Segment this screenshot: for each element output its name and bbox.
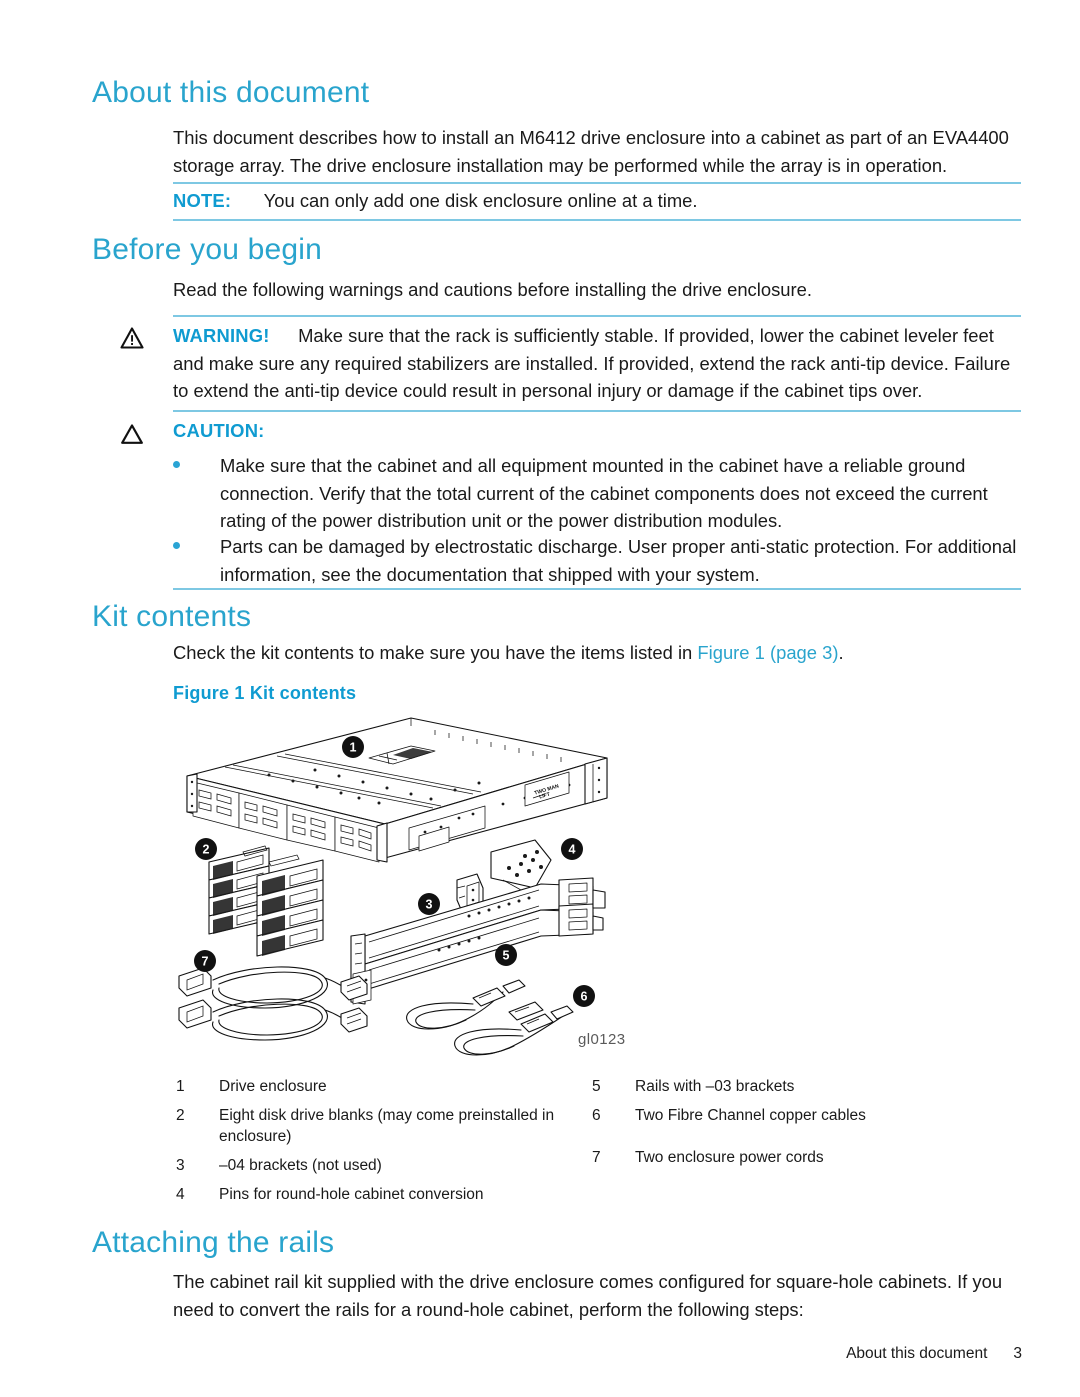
legend-label: –04 brackets (not used) [219, 1157, 382, 1174]
heading-kit-contents: Kit contents [92, 600, 252, 633]
legend-item: 3 –04 brackets (not used) [176, 1155, 586, 1176]
figure-legend-column-right: 5 Rails with –03 brackets 6 Two Fibre Ch… [592, 1076, 1002, 1176]
power-cords-graphic [178, 966, 368, 1041]
caution-bullet-2-text: Parts can be damaged by electrostatic di… [220, 536, 1017, 585]
legend-item: 7 Two enclosure power cords [592, 1147, 1002, 1168]
figure-callout-5: 5 [495, 944, 517, 966]
heading-before-you-begin: Before you begin [92, 233, 323, 266]
note-text: You can only add one disk enclosure onli… [263, 190, 698, 211]
svg-text:2: 2 [203, 843, 210, 857]
legend-number: 2 [176, 1107, 185, 1124]
svg-text:7: 7 [202, 955, 209, 969]
legend-number: 5 [592, 1078, 601, 1095]
figure-callout-4: 4 [561, 838, 583, 860]
legend-label: Drive enclosure [219, 1078, 327, 1095]
note-label: NOTE: [173, 190, 232, 211]
figure-callout-6: 6 [573, 985, 595, 1007]
figure-graphic-id: gl0123 [578, 1031, 626, 1048]
legend-number: 6 [592, 1107, 601, 1124]
legend-label: Rails with –03 brackets [635, 1078, 795, 1095]
legend-label: Eight disk drive blanks (may come preins… [219, 1107, 555, 1145]
warning-label: WARNING! [173, 325, 270, 346]
legend-label: Pins for round-hole cabinet conversion [219, 1186, 484, 1203]
legend-item: 4 Pins for round-hole cabinet conversion [176, 1184, 586, 1205]
svg-text:5: 5 [503, 949, 510, 963]
legend-label: Two Fibre Channel copper cables [635, 1107, 866, 1124]
figure-callout-2: 2 [195, 838, 217, 860]
warning-text: Make sure that the rack is sufficiently … [173, 325, 1011, 401]
paragraph-about-this-document: This document describes how to install a… [173, 127, 1009, 176]
figure-kit-contents-illustration: .ln { fill:none; stroke:#111; stroke-wid… [173, 712, 643, 1057]
legend-number: 3 [176, 1157, 185, 1174]
bullet-dot-icon [173, 461, 180, 468]
figure-callout-7: 7 [194, 950, 216, 972]
divider-caution-bottom [173, 588, 1021, 590]
svg-text:6: 6 [581, 990, 588, 1004]
paragraph-attaching-the-rails: The cabinet rail kit supplied with the d… [173, 1271, 1003, 1320]
drive-enclosure-graphic: TWO MAN LIFT [186, 717, 608, 863]
caution-bullet-2: Parts can be damaged by electrostatic di… [173, 533, 1023, 588]
document-page: About this document This document descri… [0, 0, 1080, 1397]
caution-label-wrap: CAUTION: [173, 420, 265, 442]
warning-block: WARNING! Make sure that the rack is suff… [173, 322, 1023, 405]
disk-drive-blanks-graphic [208, 845, 324, 957]
figure-callout-1: 1 [342, 736, 364, 758]
legend-label: Two enclosure power cords [635, 1149, 824, 1166]
bullet-dot-icon [173, 542, 180, 549]
paragraph-kit-contents: Check the kit contents to make sure you … [173, 639, 1023, 667]
warning-triangle-icon [120, 327, 144, 349]
note-block: NOTE: You can only add one disk enclosur… [173, 190, 1023, 212]
divider-warning-top [173, 315, 1021, 317]
footer-page-number: 3 [1013, 1345, 1022, 1362]
page-footer: About this document 3 [846, 1345, 1022, 1363]
figure-caption: Figure 1 Kit contents [173, 683, 357, 703]
svg-text:4: 4 [569, 843, 576, 857]
fibre-channel-cables-graphic [406, 979, 574, 1056]
legend-item: 2 Eight disk drive blanks (may come prei… [176, 1105, 586, 1147]
caution-triangle-icon [120, 423, 144, 445]
svg-text:1: 1 [350, 741, 357, 755]
legend-item: 5 Rails with –03 brackets [592, 1076, 1002, 1097]
legend-item: 1 Drive enclosure [176, 1076, 586, 1097]
legend-number: 1 [176, 1078, 185, 1095]
caution-bullet-1: Make sure that the cabinet and all equip… [173, 452, 1023, 535]
legend-number: 4 [176, 1186, 185, 1203]
figure-1-crossreference-link[interactable]: Figure 1 (page 3) [697, 642, 838, 663]
divider-note-bottom [173, 219, 1021, 221]
caution-bullet-1-text: Make sure that the cabinet and all equip… [220, 455, 988, 531]
kit-contents-text-before: Check the kit contents to make sure you … [173, 642, 698, 663]
paragraph-before-you-begin: Read the following warnings and cautions… [173, 279, 812, 300]
divider-note-top [173, 182, 1021, 184]
legend-number: 7 [592, 1149, 601, 1166]
kit-contents-text-after: . [838, 642, 844, 663]
figure-callout-3: 3 [418, 893, 440, 915]
heading-attaching-the-rails: Attaching the rails [92, 1226, 335, 1259]
caution-label: CAUTION: [173, 420, 265, 441]
legend-item: 6 Two Fibre Channel copper cables [592, 1105, 1002, 1126]
heading-about-this-document: About this document [92, 76, 370, 109]
footer-running-head: About this document [846, 1345, 988, 1362]
figure-legend-column-left: 1 Drive enclosure 2 Eight disk drive bla… [176, 1076, 586, 1213]
divider-caution-top [173, 410, 1021, 412]
svg-text:3: 3 [426, 898, 433, 912]
